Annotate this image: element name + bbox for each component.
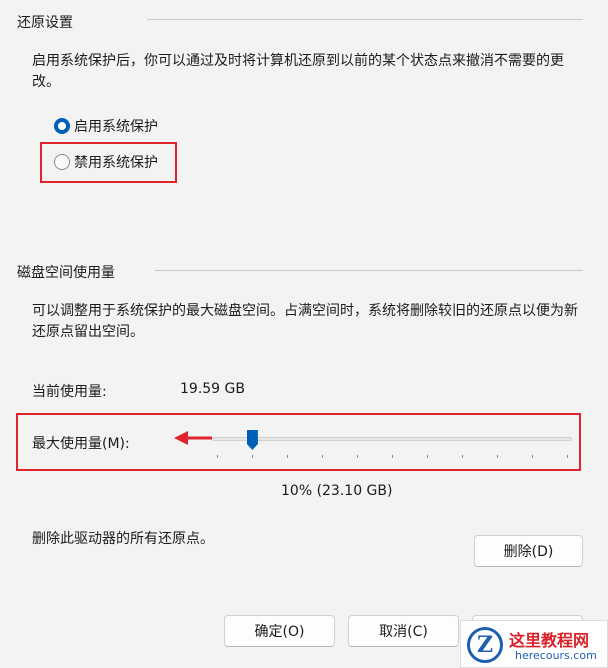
- disk-usage-description: 可以调整用于系统保护的最大磁盘空间。占满空间时，系统将删除较旧的还原点以便为新还…: [32, 303, 578, 340]
- slider-tick: [567, 455, 568, 458]
- slider-tick: [357, 455, 358, 458]
- max-usage-slider-track[interactable]: [212, 437, 572, 441]
- cancel-button[interactable]: 取消(C): [348, 615, 459, 647]
- restore-settings-description: 启用系统保护后，你可以通过及时将计算机还原到以前的某个状态点来撤消不需要的更改。: [32, 53, 564, 90]
- current-usage-value: 19.59 GB: [180, 381, 245, 397]
- current-usage-label: 当前使用量:: [32, 384, 107, 400]
- restore-settings-title: 还原设置: [17, 15, 73, 31]
- slider-tick: [427, 455, 428, 458]
- slider-tick: [532, 455, 533, 458]
- radio-enable-protection[interactable]: 启用系统保护: [54, 116, 158, 136]
- slider-tick: [322, 455, 323, 458]
- red-arrow-annotation: [174, 431, 212, 445]
- slider-tick: [217, 455, 218, 458]
- max-usage-value-text: 10% (23.10 GB): [281, 483, 393, 499]
- watermark-url: herecours.com: [515, 649, 597, 662]
- disk-usage-title: 磁盘空间使用量: [17, 265, 115, 281]
- highlight-box-disable-option: [40, 142, 177, 183]
- max-usage-label: 最大使用量(M):: [32, 436, 130, 452]
- slider-tick: [392, 455, 393, 458]
- slider-tick: [252, 455, 253, 458]
- watermark-logo-icon: Z: [467, 627, 503, 663]
- restore-settings-divider: [147, 19, 583, 20]
- delete-restore-points-text: 删除此驱动器的所有还原点。: [32, 531, 214, 547]
- slider-tick: [287, 455, 288, 458]
- radio-selected-icon[interactable]: [54, 118, 70, 134]
- disk-usage-divider: [155, 270, 583, 271]
- slider-tick: [497, 455, 498, 458]
- ok-button[interactable]: 确定(O): [224, 615, 335, 647]
- slider-tick: [462, 455, 463, 458]
- delete-button[interactable]: 删除(D): [474, 535, 583, 567]
- radio-enable-label: 启用系统保护: [74, 119, 158, 135]
- watermark: Z 这里教程网 herecours.com: [460, 620, 608, 668]
- watermark-title: 这里教程网: [509, 631, 590, 650]
